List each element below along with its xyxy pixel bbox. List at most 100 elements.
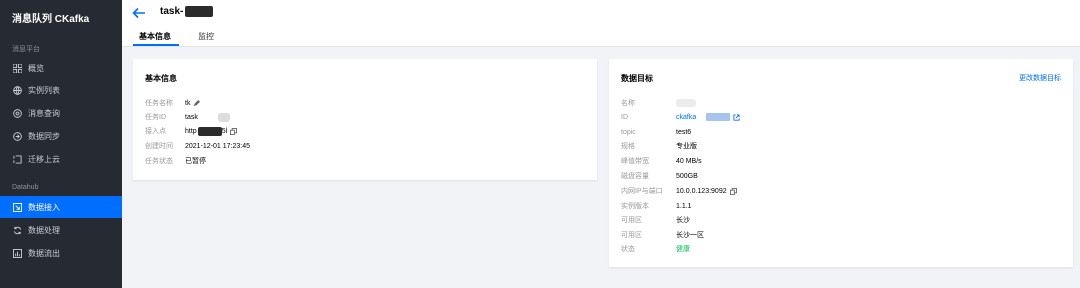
pencil-icon[interactable] [193, 99, 201, 107]
redacted-block [185, 6, 214, 17]
sidebar-item-label: 数据同步 [28, 131, 60, 141]
sidebar-item-data-export[interactable]: 数据流出 [0, 242, 122, 264]
page-header: task- 基本信息 监控 [122, 0, 1080, 47]
tab-monitoring[interactable]: 监控 [198, 31, 214, 42]
copy-icon[interactable] [729, 187, 737, 195]
task-title-text: task- [160, 6, 184, 17]
sync-icon [12, 131, 22, 141]
sidebar-section-platform: 消息平台 [12, 46, 40, 53]
field-value [676, 99, 696, 107]
export-icon [12, 248, 22, 258]
sidebar-item-label: 数据流出 [28, 248, 60, 258]
field-label: 峰值带宽 [621, 158, 649, 165]
task-name-value: tk [185, 99, 191, 107]
ip-port-value: 10.0.0.123:9092 [676, 187, 727, 195]
tab-basic-info[interactable]: 基本信息 [139, 31, 171, 42]
sidebar-item-label: 数据接入 [28, 202, 60, 212]
field-label: 实例版本 [621, 203, 649, 210]
status-badge: 健康 [676, 246, 690, 253]
field-label: 可用区 [621, 232, 642, 239]
field-value: 2021-12-01 17:23:45 [185, 142, 250, 150]
info-row-endpoint: 接入点 http 5l [145, 125, 238, 137]
field-value: 1.1.1 [676, 202, 692, 210]
card-title: 基本信息 [145, 74, 177, 83]
at-icon [12, 108, 22, 118]
redacted-block [217, 112, 230, 122]
target-row-status: 状态 健康 [621, 243, 690, 255]
task-id-value: task [185, 113, 198, 121]
field-value: tk [185, 99, 201, 107]
target-row-spec: 规格 专业版 [621, 140, 697, 152]
target-row-name: 名称 [621, 97, 696, 109]
card-title: 数据目标 [621, 74, 653, 83]
target-row-topic: topic test6 [621, 126, 691, 138]
process-icon [12, 225, 22, 235]
info-row-task-status: 任务状态 已暂停 [145, 155, 206, 167]
field-value: 40 MB/s [676, 157, 702, 165]
back-arrow-icon[interactable] [132, 7, 146, 19]
field-value: test6 [676, 128, 692, 136]
sidebar-item-data-process[interactable]: 数据处理 [0, 219, 122, 241]
sidebar-item-label: 数据处理 [28, 225, 60, 235]
target-row-ip-port: 内网IP与端口 10.0.0.123:9092 [621, 185, 737, 197]
redacted-block [706, 113, 731, 121]
field-label: 名称 [621, 100, 635, 107]
target-row-id: ID ckafka [621, 111, 740, 123]
info-row-task-name: 任务名称 tk [145, 97, 201, 109]
field-value: 专业版 [676, 143, 697, 150]
field-value: 已暂停 [185, 158, 206, 165]
change-target-link[interactable]: 更改数据目标 [1019, 73, 1061, 83]
target-row-zone: 可用区 长沙一区 [621, 229, 704, 241]
sidebar-item-label: 消息查询 [28, 108, 60, 118]
sidebar: 消息队列 CKafka 消息平台 概览 实例列表 消息查询 数据同步 迁移上云 … [0, 0, 122, 288]
field-value: 10.0.0.123:9092 [676, 187, 737, 195]
field-label: ID [621, 113, 628, 121]
field-value: 长沙 [676, 217, 690, 224]
field-label: 任务状态 [145, 158, 173, 165]
sidebar-section-datahub: Datahub [12, 184, 39, 191]
field-label: topic [621, 128, 636, 136]
info-row-created-time: 创建时间 2021-12-01 17:23:45 [145, 140, 250, 152]
field-label: 任务名称 [145, 100, 173, 107]
sidebar-item-data-sync[interactable]: 数据同步 [0, 125, 122, 147]
basic-info-card: 基本信息 任务名称 tk 任务ID task 接入点 http 5l 创建时间 … [133, 59, 597, 180]
field-value: 长沙一区 [676, 232, 704, 239]
page-title: task- [160, 6, 214, 17]
field-value[interactable]: ckafka [676, 113, 740, 121]
field-label: 可用区 [621, 217, 642, 224]
grid-icon [12, 63, 22, 73]
sidebar-item-label: 迁移上云 [28, 154, 60, 164]
field-value: task [185, 112, 230, 122]
migrate-icon [12, 154, 22, 164]
field-label: 创建时间 [145, 143, 173, 150]
field-label: 任务ID [145, 114, 166, 121]
sidebar-item-migrate[interactable]: 迁移上云 [0, 148, 122, 170]
copy-icon[interactable] [230, 127, 238, 135]
endpoint-suffix: 5l [221, 127, 228, 135]
sidebar-title: 消息队列 CKafka [12, 14, 90, 25]
field-label: 接入点 [145, 128, 166, 135]
sidebar-item-label: 实例列表 [28, 85, 60, 95]
external-link-icon[interactable] [733, 113, 740, 121]
field-label: 规格 [621, 143, 635, 150]
target-row-region: 可用区 长沙 [621, 214, 690, 226]
sidebar-item-message-query[interactable]: 消息查询 [0, 102, 122, 124]
field-label: 内网IP与端口 [621, 188, 663, 195]
field-label: 磁盘容量 [621, 173, 649, 180]
active-tab-indicator [133, 44, 179, 46]
info-row-task-id: 任务ID task [145, 111, 230, 123]
sidebar-item-data-import[interactable]: 数据接入 [0, 196, 122, 218]
globe-icon [12, 85, 22, 95]
field-value: http 5l [185, 126, 238, 136]
ckafka-id-link[interactable]: ckafka [676, 114, 696, 121]
sidebar-item-overview[interactable]: 概览 [0, 57, 122, 79]
target-row-disk: 磁盘容量 500GB [621, 170, 698, 182]
redacted-block [197, 126, 222, 136]
import-icon [12, 202, 22, 212]
sidebar-item-label: 概览 [28, 63, 44, 73]
field-label: 状态 [621, 246, 635, 253]
target-row-version: 实例版本 1.1.1 [621, 200, 692, 212]
field-value: 500GB [676, 172, 698, 180]
target-row-bandwidth: 峰值带宽 40 MB/s [621, 155, 702, 167]
sidebar-item-instances[interactable]: 实例列表 [0, 79, 122, 101]
